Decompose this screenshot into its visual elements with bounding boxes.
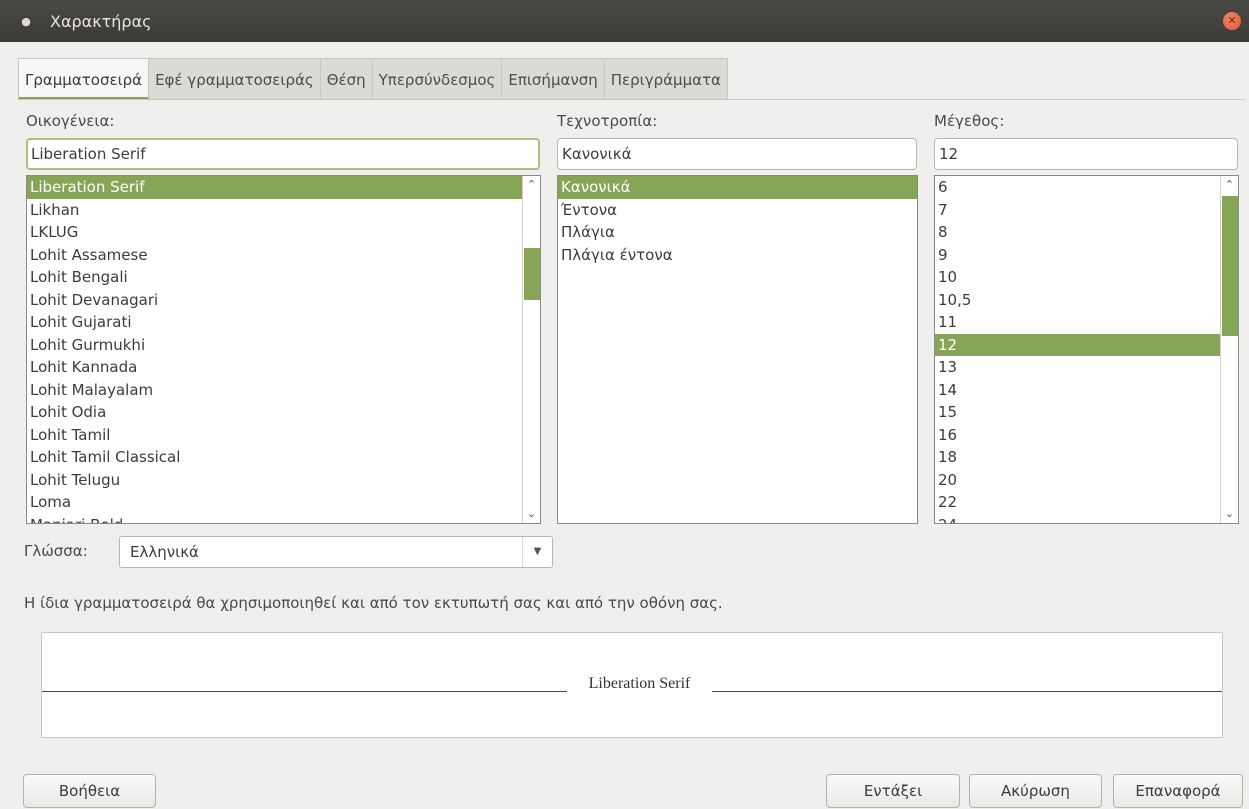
style-list[interactable]: Κανονικά Έντονα Πλάγια Πλάγια έντονα bbox=[557, 175, 918, 524]
size-scroll-thumb[interactable] bbox=[1222, 196, 1238, 336]
style-list-item[interactable]: Κανονικά bbox=[558, 176, 917, 199]
font-preview: Liberation Serif bbox=[41, 632, 1223, 738]
size-scrollbar[interactable]: ⌃ ⌄ bbox=[1220, 176, 1238, 523]
size-list-item[interactable]: 9 bbox=[935, 244, 1238, 267]
family-list-item[interactable]: LKLUG bbox=[27, 221, 540, 244]
family-list-item[interactable]: Lohit Devanagari bbox=[27, 289, 540, 312]
chevron-up-icon[interactable]: ⌃ bbox=[1221, 176, 1238, 194]
size-list-item[interactable]: 24 bbox=[935, 514, 1238, 524]
size-list[interactable]: 67891010,511121314151618202224 ⌃ ⌄ bbox=[934, 175, 1239, 524]
family-scroll-thumb[interactable] bbox=[524, 248, 540, 300]
style-label: Τεχνοτροπία: bbox=[557, 112, 658, 130]
size-list-item[interactable]: 16 bbox=[935, 424, 1238, 447]
family-list-item[interactable]: Lohit Gujarati bbox=[27, 311, 540, 334]
size-list-item[interactable]: 13 bbox=[935, 356, 1238, 379]
family-list-item[interactable]: Likhan bbox=[27, 199, 540, 222]
family-list-item[interactable]: Lohit Tamil Classical bbox=[27, 446, 540, 469]
family-list-item[interactable]: Liberation Serif bbox=[27, 176, 540, 199]
reset-button[interactable]: Επαναφορά bbox=[1113, 774, 1243, 808]
family-list-item[interactable]: Manjari Bold bbox=[27, 514, 540, 524]
tab-highlighting[interactable]: Επισήμανση bbox=[502, 58, 605, 100]
family-list[interactable]: Liberation Serif Likhan LKLUG Lohit Assames… bbox=[26, 175, 541, 524]
family-items: Liberation Serif Likhan LKLUG Lohit Assames… bbox=[27, 176, 540, 524]
language-label: Γλώσσα: bbox=[24, 542, 88, 560]
size-label: Μέγεθος: bbox=[934, 112, 1005, 130]
family-list-item[interactable]: Lohit Odia bbox=[27, 401, 540, 424]
size-list-item[interactable]: 18 bbox=[935, 446, 1238, 469]
window-title: Χαρακτήρας bbox=[50, 11, 152, 31]
language-select[interactable]: Ελληνικά ▼ bbox=[119, 536, 553, 568]
size-list-item[interactable]: 22 bbox=[935, 491, 1238, 514]
family-label: Οικογένεια: bbox=[26, 112, 115, 130]
tab-font[interactable]: Γραμματοσειρά bbox=[18, 58, 150, 100]
size-list-item[interactable]: 20 bbox=[935, 469, 1238, 492]
preview-baseline-left bbox=[42, 691, 567, 692]
tab-position[interactable]: Θέση bbox=[320, 58, 373, 100]
family-list-item[interactable]: Lohit Gurmukhi bbox=[27, 334, 540, 357]
family-list-item[interactable]: Lohit Telugu bbox=[27, 469, 540, 492]
size-input[interactable] bbox=[934, 138, 1238, 170]
style-input[interactable] bbox=[557, 138, 917, 170]
family-list-item[interactable]: Loma bbox=[27, 491, 540, 514]
size-list-item[interactable]: 11 bbox=[935, 311, 1238, 334]
bullet-icon: ● bbox=[21, 14, 31, 28]
family-list-item[interactable]: Lohit Malayalam bbox=[27, 379, 540, 402]
size-list-item[interactable]: 12 bbox=[935, 333, 1238, 356]
ok-button[interactable]: Εντάξει bbox=[826, 774, 960, 808]
style-list-item[interactable]: Έντονα bbox=[558, 199, 917, 222]
style-list-item[interactable]: Πλάγια bbox=[558, 221, 917, 244]
family-list-item[interactable]: Lohit Kannada bbox=[27, 356, 540, 379]
tab-bar: Γραμματοσειρά Εφέ γραμματοσειράς Θέση Υπ… bbox=[18, 58, 728, 100]
preview-baseline-right bbox=[712, 691, 1222, 692]
family-input[interactable] bbox=[26, 138, 540, 170]
size-items: 67891010,511121314151618202224 bbox=[935, 176, 1238, 524]
cancel-button[interactable]: Ακύρωση bbox=[969, 774, 1102, 808]
preview-sample-text: Liberation Serif bbox=[588, 675, 691, 692]
chevron-down-icon[interactable]: ⌄ bbox=[523, 505, 540, 523]
size-list-item[interactable]: 15 bbox=[935, 401, 1238, 424]
size-list-item[interactable]: 10,5 bbox=[935, 289, 1238, 312]
tab-hyperlink[interactable]: Υπερσύνδεσμος bbox=[372, 58, 503, 100]
tab-panel-divider bbox=[18, 99, 1245, 100]
chevron-up-icon[interactable]: ⌃ bbox=[523, 176, 540, 194]
info-text: Η ίδια γραμματοσειρά θα χρησιμοποιηθεί κ… bbox=[24, 594, 723, 612]
family-scrollbar[interactable]: ⌃ ⌄ bbox=[522, 176, 540, 523]
family-list-item[interactable]: Lohit Assamese bbox=[27, 244, 540, 267]
help-button[interactable]: Βοήθεια bbox=[23, 774, 156, 808]
style-list-item[interactable]: Πλάγια έντονα bbox=[558, 244, 917, 267]
tab-font-effects[interactable]: Εφέ γραμματοσειράς bbox=[149, 58, 321, 100]
family-list-item[interactable]: Lohit Tamil bbox=[27, 424, 540, 447]
close-icon[interactable]: ✕ bbox=[1223, 12, 1241, 30]
family-list-item[interactable]: Lohit Bengali bbox=[27, 266, 540, 289]
size-list-item[interactable]: 8 bbox=[935, 221, 1238, 244]
chevron-down-icon: ▼ bbox=[522, 537, 552, 567]
chevron-down-icon[interactable]: ⌄ bbox=[1221, 505, 1238, 523]
title-bar: ● Χαρακτήρας ✕ bbox=[0, 0, 1249, 42]
size-list-item[interactable]: 7 bbox=[935, 199, 1238, 222]
style-items: Κανονικά Έντονα Πλάγια Πλάγια έντονα bbox=[558, 176, 917, 266]
size-list-item[interactable]: 14 bbox=[935, 379, 1238, 402]
size-list-item[interactable]: 10 bbox=[935, 266, 1238, 289]
size-list-item[interactable]: 6 bbox=[935, 176, 1238, 199]
tab-borders[interactable]: Περιγράμματα bbox=[604, 58, 728, 100]
language-value: Ελληνικά bbox=[130, 543, 199, 561]
